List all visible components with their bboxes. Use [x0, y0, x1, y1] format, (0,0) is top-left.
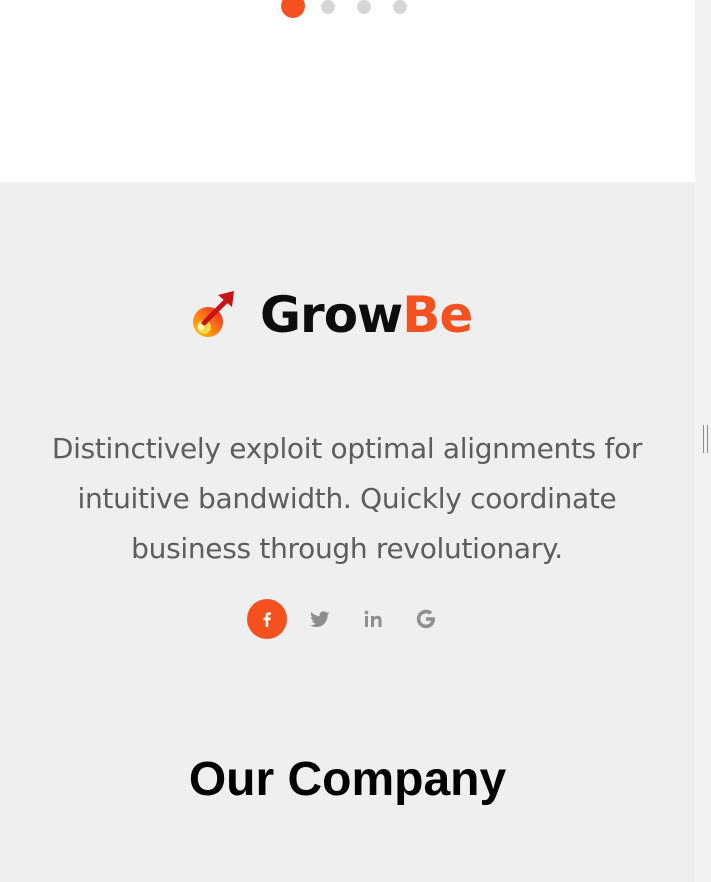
- linkedin-icon: [364, 610, 381, 627]
- facebook-icon: [263, 612, 271, 627]
- google-link[interactable]: [406, 599, 446, 639]
- google-icon: [416, 609, 435, 629]
- brand-name: GrowBe: [260, 286, 473, 344]
- carousel-dot-4[interactable]: [393, 0, 407, 14]
- social-links: [247, 599, 459, 639]
- brand-logo[interactable]: GrowBe: [190, 286, 473, 344]
- brand-name-part1: Grow: [260, 286, 403, 344]
- twitter-icon: [310, 610, 330, 627]
- scrollbar-track[interactable]: [695, 0, 711, 882]
- carousel-dot-3[interactable]: [357, 0, 371, 14]
- footer-description: Distinctively exploit optimal alignments…: [51, 432, 643, 565]
- footer-section: GrowBe Distinctively exploit optimal ali…: [0, 182, 695, 882]
- resize-handle-icon[interactable]: [703, 425, 708, 453]
- carousel-dot-1[interactable]: [281, 0, 305, 18]
- page: GrowBe Distinctively exploit optimal ali…: [0, 0, 711, 882]
- twitter-link[interactable]: [300, 599, 340, 639]
- rocket-arrow-icon: [193, 291, 234, 337]
- carousel-pagination: [281, 0, 429, 18]
- carousel-dot-2[interactable]: [321, 0, 335, 14]
- linkedin-link[interactable]: [353, 599, 393, 639]
- carousel-section: [0, 0, 695, 182]
- facebook-link[interactable]: [247, 599, 287, 639]
- brand-name-part2: Be: [402, 286, 473, 344]
- our-company-heading: Our Company: [188, 753, 507, 806]
